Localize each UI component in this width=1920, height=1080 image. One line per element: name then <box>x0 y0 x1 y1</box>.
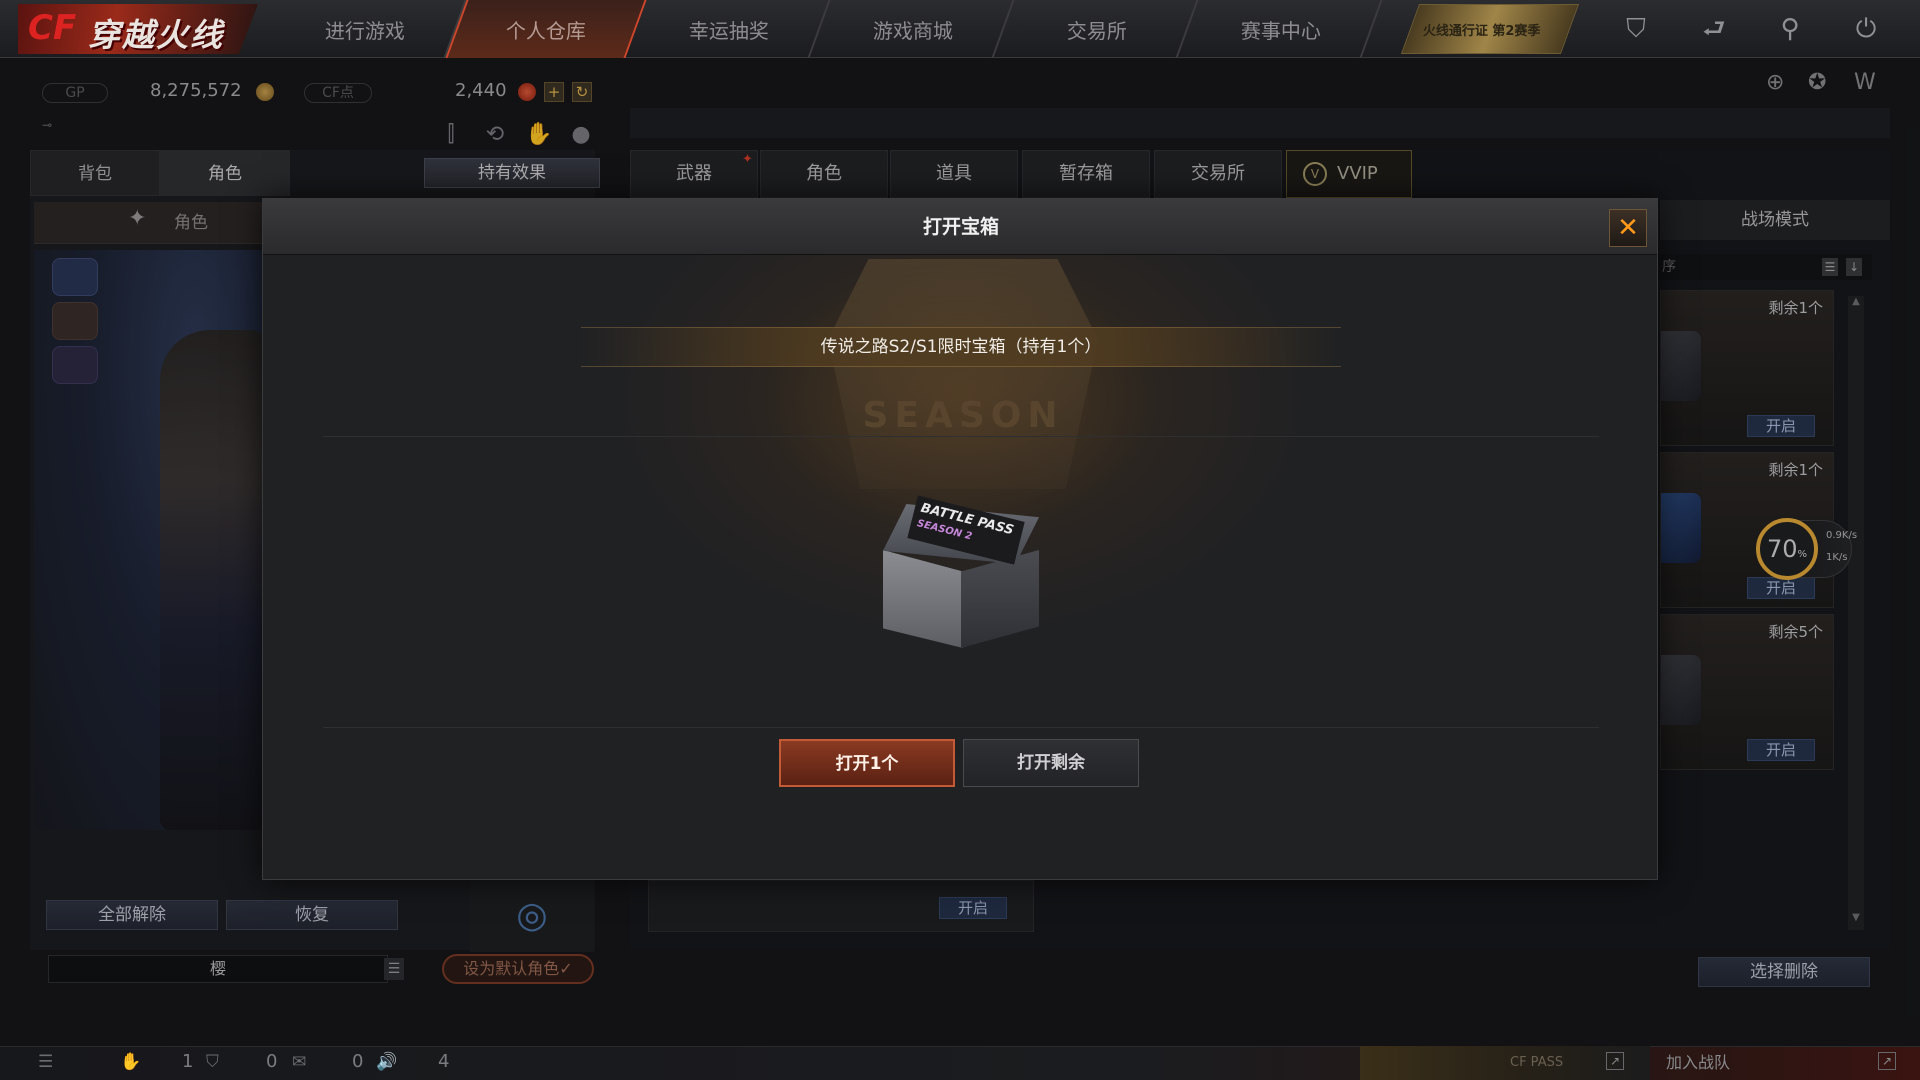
join-team-label[interactable]: 加入战队 <box>1666 1050 1896 1076</box>
shield-icon[interactable]: ⛉ <box>1616 10 1656 48</box>
expand-arrow-icon[interactable]: ↗ <box>1606 1052 1624 1070</box>
nav-tab-lucky-draw[interactable]: 幸运抽奖 <box>629 0 831 58</box>
chat-count: 0 <box>352 1051 364 1072</box>
nav-tab-exchange[interactable]: 交易所 <box>997 0 1199 58</box>
open-chest-dialog: SEASON 打开宝箱 ✕ 传说之路S2/S1限时宝箱（持有1个） BATTLE… <box>262 198 1658 880</box>
logo-text: 穿越火线 <box>88 16 225 54</box>
chat-icon[interactable]: ✉ <box>292 1050 306 1074</box>
friends-count: 1 <box>182 1051 194 1072</box>
menu-icon[interactable]: ☰ <box>38 1050 53 1074</box>
close-button[interactable]: ✕ <box>1609 209 1647 247</box>
game-logo: CF 穿越火线 <box>18 4 258 54</box>
dialog-title: 打开宝箱 <box>922 216 999 238</box>
return-icon[interactable]: ⮐ <box>1694 10 1734 48</box>
power-icon[interactable]: ⏻ <box>1846 10 1886 48</box>
clan-icon[interactable]: ⛉ <box>206 1050 219 1074</box>
nav-tab-play[interactable]: 进行游戏 <box>265 0 467 58</box>
nav-tab-events[interactable]: 赛事中心 <box>1181 0 1383 58</box>
divider <box>323 727 1599 728</box>
speaker-icon[interactable]: 🔊 <box>376 1050 397 1074</box>
open-one-button[interactable]: 打开1个 <box>779 739 955 787</box>
expand-arrow-icon[interactable]: ↗ <box>1878 1052 1896 1070</box>
speaker-count: 4 <box>438 1051 450 1072</box>
divider <box>323 436 1599 437</box>
box-front-face <box>883 550 963 648</box>
box-side-face <box>961 550 1039 648</box>
nav-tab-warehouse[interactable]: 个人仓库 <box>445 0 647 58</box>
item-name: 传说之路S2/S1限时宝箱（持有1个） <box>820 337 1102 357</box>
friends-icon[interactable]: ✋ <box>120 1050 141 1074</box>
treasure-box-image: BATTLE PASS SEASON 2 <box>883 495 1039 654</box>
season-emblem <box>828 259 1098 489</box>
tool-icon[interactable]: ⚲ <box>1770 10 1810 48</box>
open-remaining-button[interactable]: 打开剩余 <box>963 739 1139 787</box>
nav-tab-shop[interactable]: 游戏商城 <box>813 0 1015 58</box>
clan-count: 0 <box>266 1051 278 1072</box>
season-emblem-text: SEASON <box>862 395 1064 436</box>
top-navigation-bar: CF 穿越火线 进行游戏 个人仓库 幸运抽奖 游戏商城 交易所 赛事中心 火线通… <box>0 0 1920 58</box>
battle-pass-banner[interactable]: 火线通行证 第2赛季 <box>1400 4 1580 54</box>
